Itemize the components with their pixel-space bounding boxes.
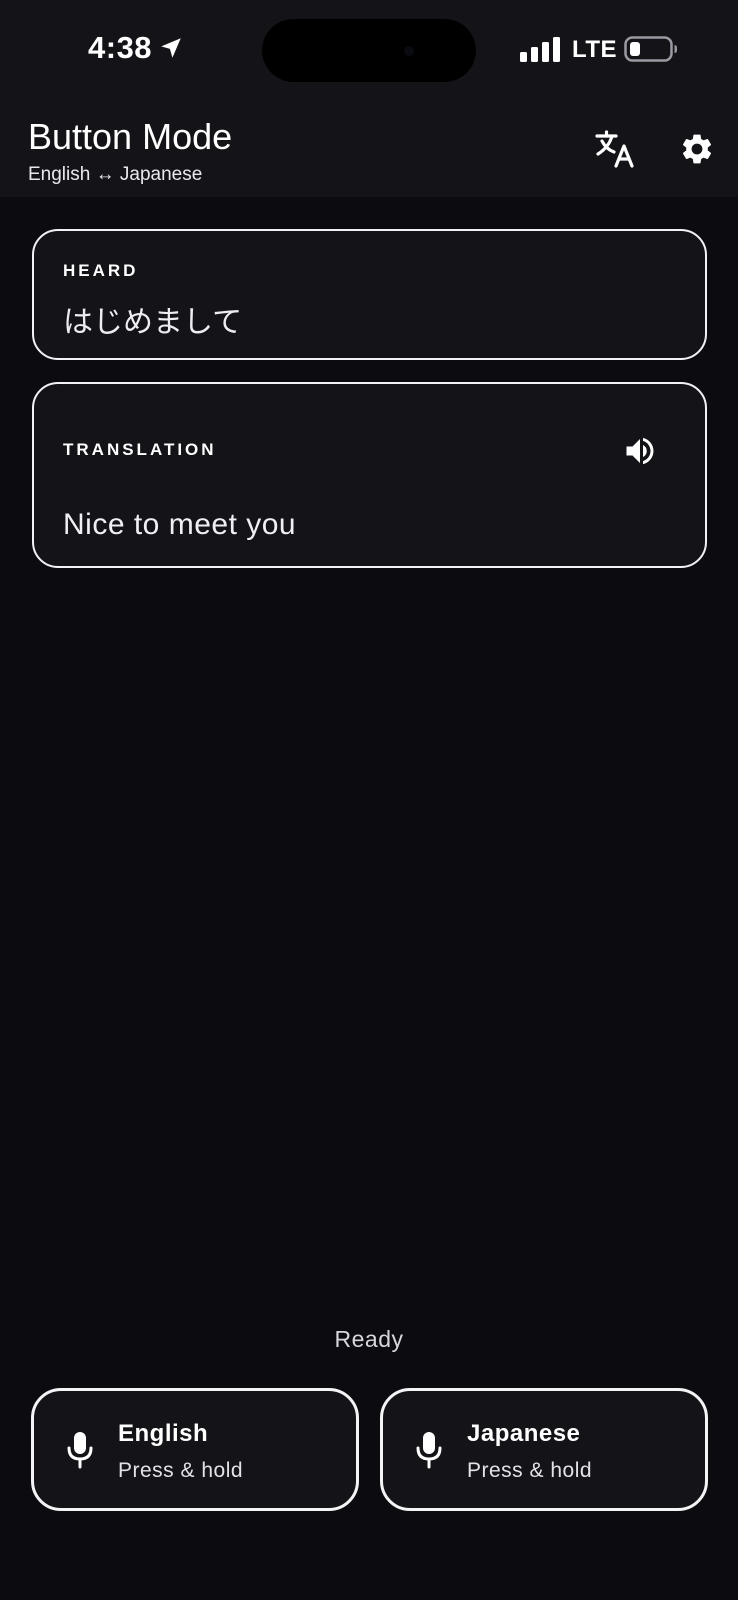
japanese-button-hint: Press & hold — [467, 1459, 593, 1482]
status-time-text: 4:38 — [88, 30, 153, 65]
translate-button[interactable] — [588, 122, 642, 176]
screen: 4:38 LTE Button Mode English ↔ Japanese — [0, 0, 738, 1600]
english-record-button[interactable]: English Press & hold — [31, 1388, 359, 1511]
english-button-label: English — [118, 1420, 209, 1447]
heard-label: HEARD — [63, 261, 139, 280]
status-time: 4:38 — [88, 30, 184, 66]
english-button-hint: Press & hold — [118, 1459, 244, 1482]
carrier-label: LTE — [572, 36, 618, 63]
camera-dot — [404, 46, 414, 56]
heard-card: HEARD はじめまして — [32, 229, 707, 360]
dynamic-island — [262, 19, 476, 82]
app-header: Button Mode English ↔ Japanese — [0, 100, 738, 197]
location-arrow-icon — [161, 38, 181, 58]
translation-label: TRANSLATION — [63, 440, 217, 459]
gear-icon — [682, 134, 712, 164]
language-pair-subtitle: English ↔ Japanese — [28, 164, 203, 185]
recognition-status: Ready — [334, 1326, 404, 1352]
speaker-icon — [626, 437, 654, 465]
translate-icon — [595, 130, 634, 168]
japanese-record-button[interactable]: Japanese Press & hold — [380, 1388, 708, 1511]
microphone-icon — [67, 1432, 93, 1469]
translation-card: TRANSLATION Nice to meet you — [32, 382, 707, 568]
settings-button[interactable] — [670, 122, 724, 176]
battery-icon — [624, 36, 677, 62]
cellular-signal-icon — [520, 37, 560, 62]
page-title: Button Mode — [28, 116, 233, 157]
microphone-icon — [416, 1432, 442, 1469]
speak-translation-button[interactable] — [617, 428, 663, 474]
translation-text: Nice to meet you — [63, 508, 297, 541]
status-bar: 4:38 LTE — [0, 0, 738, 100]
heard-text: はじめまして — [63, 306, 243, 339]
japanese-button-label: Japanese — [467, 1420, 581, 1447]
